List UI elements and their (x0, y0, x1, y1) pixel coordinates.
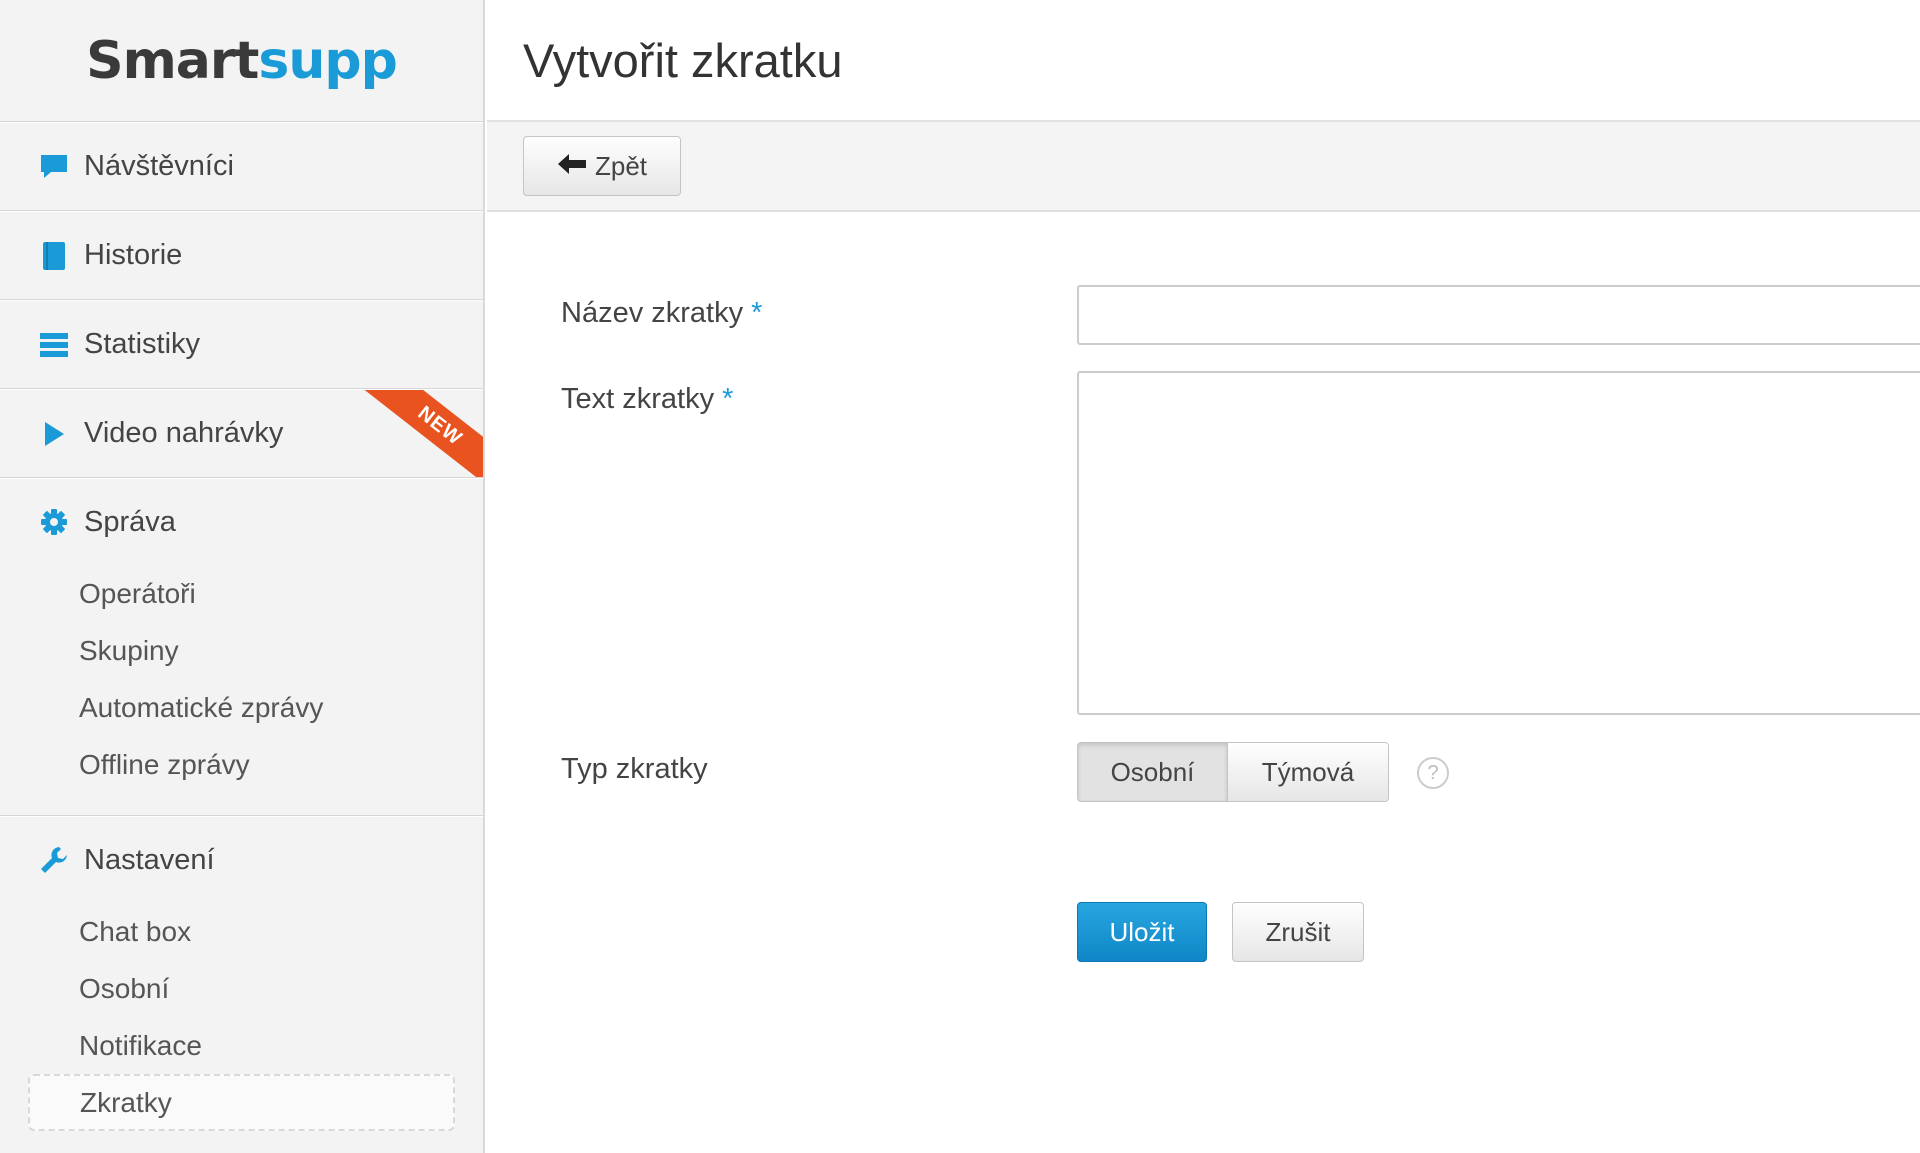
sidebar-subitem-osobni[interactable]: Osobní (0, 960, 483, 1017)
required-mark: * (751, 297, 763, 329)
type-toggle: Osobní Týmová (1077, 742, 1389, 802)
sidebar-item-sprava[interactable]: Správa (0, 479, 483, 565)
type-option-osobni[interactable]: Osobní (1078, 743, 1228, 801)
help-icon[interactable]: ? (1417, 757, 1449, 789)
sidebar-item-label: Historie (84, 239, 183, 271)
sidebar-subitem-zkratky[interactable]: Zkratky (28, 1074, 455, 1131)
text-label: Text zkratky * (561, 383, 734, 415)
main-content: Vytvořit zkratku Zpět Název zkratky * Te… (487, 0, 1920, 1153)
sidebar-item-video-nahravky[interactable]: Video nahrávky NEW (0, 389, 483, 478)
type-label: Typ zkratky (561, 753, 708, 785)
list-icon (38, 329, 70, 361)
save-button[interactable]: Uložit (1077, 902, 1207, 962)
cancel-button[interactable]: Zrušit (1232, 902, 1364, 962)
book-icon (38, 240, 70, 272)
sidebar-item-label: Statistiky (84, 328, 201, 360)
sidebar-item-navstevnici[interactable]: Návštěvníci (0, 122, 483, 211)
text-textarea[interactable] (1077, 371, 1920, 715)
sidebar-item-statistiky[interactable]: Statistiky (0, 300, 483, 389)
arrow-left-icon (557, 151, 587, 182)
toolbar: Zpět (487, 122, 1920, 212)
new-badge: NEW (361, 390, 483, 477)
name-label: Název zkratky * (561, 297, 763, 329)
sidebar-item-historie[interactable]: Historie (0, 211, 483, 300)
type-option-tymova[interactable]: Týmová (1228, 743, 1388, 801)
sidebar-subitem-offline-zpravy[interactable]: Offline zprávy (0, 736, 483, 793)
smartsupp-logo[interactable]: Smartsupp (86, 31, 398, 91)
sidebar-item-label: Návštěvníci (84, 150, 234, 182)
sidebar-item-label: Správa (84, 505, 176, 538)
sidebar-group-nastaveni: Nastavení Chat box Osobní Notifikace Zkr… (0, 816, 483, 1153)
sidebar-subitem-notifikace[interactable]: Notifikace (0, 1017, 483, 1074)
name-input[interactable] (1077, 285, 1920, 345)
sidebar-subitem-chat-box[interactable]: Chat box (0, 903, 483, 960)
sidebar-item-nastaveni[interactable]: Nastavení (0, 817, 483, 903)
sidebar-item-label: Video nahrávky (84, 417, 284, 449)
wrench-icon (38, 844, 70, 876)
page-title: Vytvořit zkratku (487, 0, 1920, 122)
gear-icon (38, 506, 70, 538)
logo-area: Smartsupp (0, 0, 483, 122)
sidebar-item-label: Nastavení (84, 843, 215, 876)
back-button-label: Zpět (594, 150, 648, 181)
play-icon (38, 418, 70, 450)
chat-bubble-icon (38, 151, 70, 183)
required-mark: * (722, 383, 734, 415)
back-button[interactable]: Zpět (523, 136, 681, 196)
sidebar-subitem-skupiny[interactable]: Skupiny (0, 622, 483, 679)
sidebar: Smartsupp Návštěvníci Historie Statistik… (0, 0, 485, 1153)
sidebar-subitem-automaticke-zpravy[interactable]: Automatické zprávy (0, 679, 483, 736)
sidebar-subitem-operatori[interactable]: Operátoři (0, 565, 483, 622)
sidebar-group-sprava: Správa Operátoři Skupiny Automatické zpr… (0, 478, 483, 816)
